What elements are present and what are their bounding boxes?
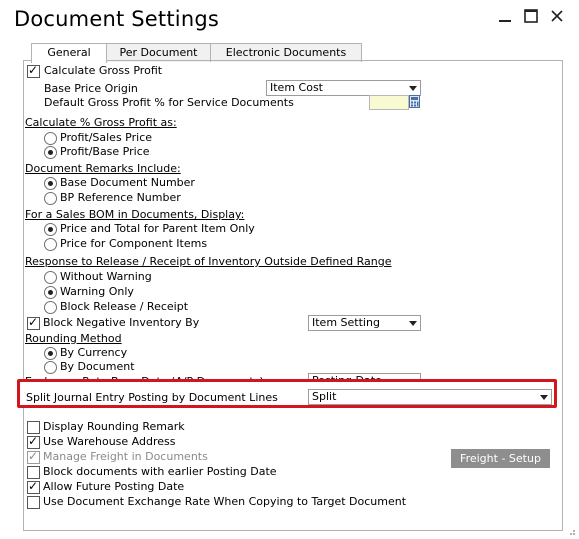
close-icon[interactable] bbox=[549, 8, 565, 24]
radio-bp-reference-number[interactable] bbox=[44, 192, 57, 205]
radio-without-warning[interactable] bbox=[44, 271, 57, 284]
use-document-exchange-rate-checkbox[interactable] bbox=[27, 496, 40, 509]
highlight-box bbox=[17, 379, 557, 408]
radio-warning-only[interactable] bbox=[44, 286, 57, 299]
radio-profit-base-price[interactable] bbox=[44, 146, 57, 159]
checkbox-label: Allow Future Posting Date bbox=[43, 480, 185, 493]
chevron-down-icon bbox=[409, 86, 417, 91]
radio-label: Base Document Number bbox=[60, 176, 195, 189]
use-warehouse-address-checkbox[interactable] bbox=[27, 434, 40, 449]
tab-label: Per Document bbox=[119, 46, 198, 59]
checkbox-label: Block documents with earlier Posting Dat… bbox=[43, 465, 277, 478]
radio-label: Profit/Base Price bbox=[60, 145, 150, 158]
display-rounding-remark-checkbox[interactable] bbox=[27, 421, 40, 434]
base-price-origin-dropdown[interactable]: Item Cost bbox=[266, 80, 421, 96]
minimize-icon[interactable] bbox=[497, 8, 513, 24]
chevron-down-icon bbox=[409, 321, 417, 326]
tab-label: General bbox=[47, 46, 91, 59]
radio-label: Price and Total for Parent Item Only bbox=[60, 222, 255, 235]
radio-label: Without Warning bbox=[60, 270, 152, 283]
radio-price-component-items[interactable] bbox=[44, 238, 57, 251]
radio-block-release[interactable] bbox=[44, 301, 57, 314]
calculate-gross-profit-checkbox[interactable] bbox=[27, 63, 40, 78]
freight-setup-button[interactable]: Freight - Setup bbox=[451, 449, 550, 468]
base-price-origin-value: Item Cost bbox=[270, 81, 323, 94]
checkbox-label: Use Warehouse Address bbox=[43, 435, 176, 448]
window-title: Document Settings bbox=[14, 7, 220, 31]
radio-profit-sales-price[interactable] bbox=[44, 132, 57, 145]
radio-label: Price for Component Items bbox=[60, 237, 208, 250]
allow-future-posting-date-checkbox[interactable] bbox=[27, 479, 40, 494]
response-release-header: Response to Release / Receipt of Invento… bbox=[25, 255, 392, 268]
base-price-origin-label: Base Price Origin bbox=[44, 82, 138, 95]
block-negative-inventory-dropdown[interactable]: Item Setting bbox=[308, 315, 421, 331]
calculator-icon[interactable] bbox=[409, 95, 420, 108]
tab-label: Electronic Documents bbox=[225, 46, 347, 59]
calc-gross-profit-header: Calculate % Gross Profit as: bbox=[25, 116, 177, 129]
default-gross-profit-input[interactable] bbox=[369, 95, 409, 110]
block-negative-inventory-checkbox[interactable] bbox=[27, 315, 40, 330]
block-earlier-posting-date-checkbox[interactable] bbox=[27, 466, 40, 479]
default-gross-profit-label: Default Gross Profit % for Service Docum… bbox=[44, 96, 294, 109]
calculate-gross-profit-label: Calculate Gross Profit bbox=[44, 64, 163, 77]
radio-price-total-parent[interactable] bbox=[44, 223, 57, 236]
radio-label: Block Release / Receipt bbox=[60, 300, 189, 313]
checkbox-label: Display Rounding Remark bbox=[43, 420, 185, 433]
radio-label: By Document bbox=[60, 360, 135, 373]
tab-general[interactable]: General bbox=[31, 43, 107, 63]
radio-label: Profit/Sales Price bbox=[60, 131, 153, 144]
radio-by-currency[interactable] bbox=[44, 347, 57, 360]
resize-grip-icon[interactable] bbox=[566, 526, 576, 536]
rounding-method-header: Rounding Method bbox=[25, 332, 122, 345]
radio-label: By Currency bbox=[60, 346, 128, 359]
checkbox-label: Use Document Exchange Rate When Copying … bbox=[43, 495, 407, 508]
sales-bom-header: For a Sales BOM in Documents, Display: bbox=[25, 208, 245, 221]
block-negative-inventory-label: Block Negative Inventory By bbox=[43, 316, 200, 329]
radio-label: Warning Only bbox=[60, 285, 134, 298]
block-negative-inventory-value: Item Setting bbox=[312, 316, 380, 329]
radio-by-document[interactable] bbox=[44, 361, 57, 374]
document-remarks-header: Document Remarks Include: bbox=[25, 162, 181, 175]
radio-base-document-number[interactable] bbox=[44, 177, 57, 190]
checkbox-label: Manage Freight in Documents bbox=[43, 450, 208, 463]
maximize-icon[interactable] bbox=[523, 8, 539, 24]
manage-freight-checkbox bbox=[27, 449, 40, 464]
radio-label: BP Reference Number bbox=[60, 191, 181, 204]
